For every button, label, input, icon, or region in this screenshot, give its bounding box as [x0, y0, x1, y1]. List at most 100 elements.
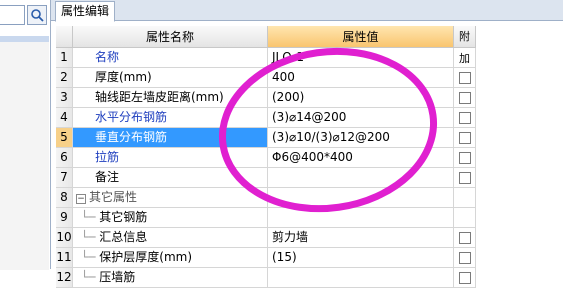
add-checkbox[interactable] — [459, 232, 471, 244]
table-row[interactable]: 1 名称 JLQ-1 — [56, 48, 563, 68]
add-checkbox[interactable] — [459, 272, 471, 284]
property-value[interactable]: Φ6@400*400 — [268, 148, 454, 168]
add-cell — [454, 128, 476, 148]
property-name[interactable]: └─ 压墙筋 — [73, 268, 268, 288]
table-row[interactable]: 2 厚度(mm) 400 — [56, 68, 563, 88]
property-name-label: 水平分布钢筋 — [95, 110, 168, 124]
row-number: 6 — [56, 148, 73, 168]
row-number: 12 — [56, 268, 73, 288]
table-row[interactable]: 5 垂直分布钢筋 (3)⌀10/(3)⌀12@200 — [56, 128, 563, 148]
panel-edge — [556, 26, 563, 269]
table-row[interactable]: 8− 其它属性 — [56, 188, 563, 208]
add-cell — [454, 168, 476, 188]
add-checkbox[interactable] — [459, 252, 471, 264]
grid-header: 属性名称 属性值 附加 — [56, 26, 563, 65]
add-checkbox[interactable] — [459, 132, 471, 144]
add-checkbox[interactable] — [459, 112, 471, 124]
collapse-icon[interactable]: − — [76, 194, 86, 204]
header-row-number — [56, 26, 73, 48]
table-row[interactable]: 12 └─ 压墙筋 — [56, 268, 563, 288]
row-number: 11 — [56, 248, 73, 268]
property-name-label: 汇总信息 — [99, 230, 148, 244]
property-name-label: 压墙筋 — [99, 270, 136, 284]
add-cell — [454, 108, 476, 128]
property-name[interactable]: 备注 — [73, 168, 268, 188]
add-checkbox[interactable] — [459, 172, 471, 184]
property-name-label: 其它属性 — [89, 190, 138, 204]
property-name[interactable]: 轴线距左墙皮距离(mm) — [73, 88, 268, 108]
property-value[interactable]: (200) — [268, 88, 454, 108]
property-name-label: 轴线距左墙皮距离(mm) — [95, 90, 224, 104]
row-number: 7 — [56, 168, 73, 188]
property-value[interactable]: JLQ-1 — [268, 48, 454, 68]
row-number: 1 — [56, 48, 73, 68]
property-value[interactable]: 400 — [268, 68, 454, 88]
add-checkbox[interactable] — [459, 152, 471, 164]
left-pane — [0, 0, 49, 270]
left-list — [0, 36, 49, 270]
property-name[interactable]: └─ 其它钢筋 — [73, 208, 268, 228]
property-name[interactable]: 水平分布钢筋 — [73, 108, 268, 128]
tree-connector-icon: └─ — [81, 270, 100, 284]
property-panel: 属性编辑 属性名称 属性值 附加 1 名称 JLQ-1 2 厚度(mm) 400 3 轴线距左… — [50, 0, 563, 288]
add-cell — [454, 188, 476, 208]
row-number: 8 — [56, 188, 73, 208]
property-value[interactable]: (3)⌀14@200 — [268, 108, 454, 128]
table-row[interactable]: 6 拉筋 Φ6@400*400 — [56, 148, 563, 168]
add-cell — [454, 208, 476, 228]
header-name[interactable]: 属性名称 — [73, 26, 268, 48]
add-cell — [454, 148, 476, 168]
row-number: 10 — [56, 228, 73, 248]
property-name-label: 垂直分布钢筋 — [95, 130, 168, 144]
property-name[interactable]: 厚度(mm) — [73, 68, 268, 88]
header-add[interactable]: 附加 — [454, 26, 476, 65]
left-list-selection — [0, 36, 49, 42]
table-row[interactable]: 7 备注 — [56, 168, 563, 188]
property-name-label: 名称 — [95, 50, 120, 64]
search-input[interactable] — [0, 5, 25, 25]
search-icon — [31, 9, 44, 22]
add-cell — [454, 48, 476, 68]
property-value[interactable]: 剪力墙 — [268, 228, 454, 248]
property-name-label: 其它钢筋 — [99, 210, 148, 224]
search-button[interactable] — [27, 5, 47, 25]
row-number: 2 — [56, 68, 73, 88]
property-value[interactable]: (15) — [268, 248, 454, 268]
table-row[interactable]: 10 └─ 汇总信息 剪力墙 — [56, 228, 563, 248]
property-value[interactable] — [268, 168, 454, 188]
tree-connector-icon: └─ — [81, 210, 100, 224]
property-value[interactable] — [268, 188, 454, 208]
tab-property-edit[interactable]: 属性编辑 — [55, 1, 116, 22]
table-row[interactable]: 3 轴线距左墙皮距离(mm) (200) — [56, 88, 563, 108]
table-row[interactable]: 4 水平分布钢筋 (3)⌀14@200 — [56, 108, 563, 128]
property-name[interactable]: 拉筋 — [73, 148, 268, 168]
property-name[interactable]: └─ 保护层厚度(mm) — [73, 248, 268, 268]
row-number: 4 — [56, 108, 73, 128]
header-value[interactable]: 属性值 — [268, 26, 454, 48]
tree-connector-icon: └─ — [81, 230, 100, 244]
add-cell — [454, 268, 476, 288]
row-number: 5 — [56, 128, 73, 148]
property-value[interactable] — [268, 268, 454, 288]
property-name-label: 保护层厚度(mm) — [99, 250, 193, 264]
add-cell — [454, 68, 476, 88]
add-checkbox[interactable] — [459, 72, 471, 84]
add-checkbox[interactable] — [459, 92, 471, 104]
property-name[interactable]: 垂直分布钢筋 — [73, 128, 268, 148]
property-name[interactable]: − 其它属性 — [73, 188, 268, 208]
row-number: 3 — [56, 88, 73, 108]
add-cell — [454, 228, 476, 248]
property-name-label: 拉筋 — [95, 150, 120, 164]
property-name[interactable]: └─ 汇总信息 — [73, 228, 268, 248]
tab-strip: 属性编辑 — [51, 0, 563, 22]
property-grid: 属性名称 属性值 附加 1 名称 JLQ-1 2 厚度(mm) 400 3 轴线距左墙皮距离(… — [56, 26, 563, 288]
add-cell — [454, 88, 476, 108]
property-name-label: 厚度(mm) — [95, 70, 152, 84]
add-cell — [454, 248, 476, 268]
property-name-label: 备注 — [95, 170, 120, 184]
table-row[interactable]: 11 └─ 保护层厚度(mm) (15) — [56, 248, 563, 268]
property-value[interactable] — [268, 208, 454, 228]
table-row[interactable]: 9 └─ 其它钢筋 — [56, 208, 563, 228]
property-name[interactable]: 名称 — [73, 48, 268, 68]
property-value[interactable]: (3)⌀10/(3)⌀12@200 — [268, 128, 454, 148]
